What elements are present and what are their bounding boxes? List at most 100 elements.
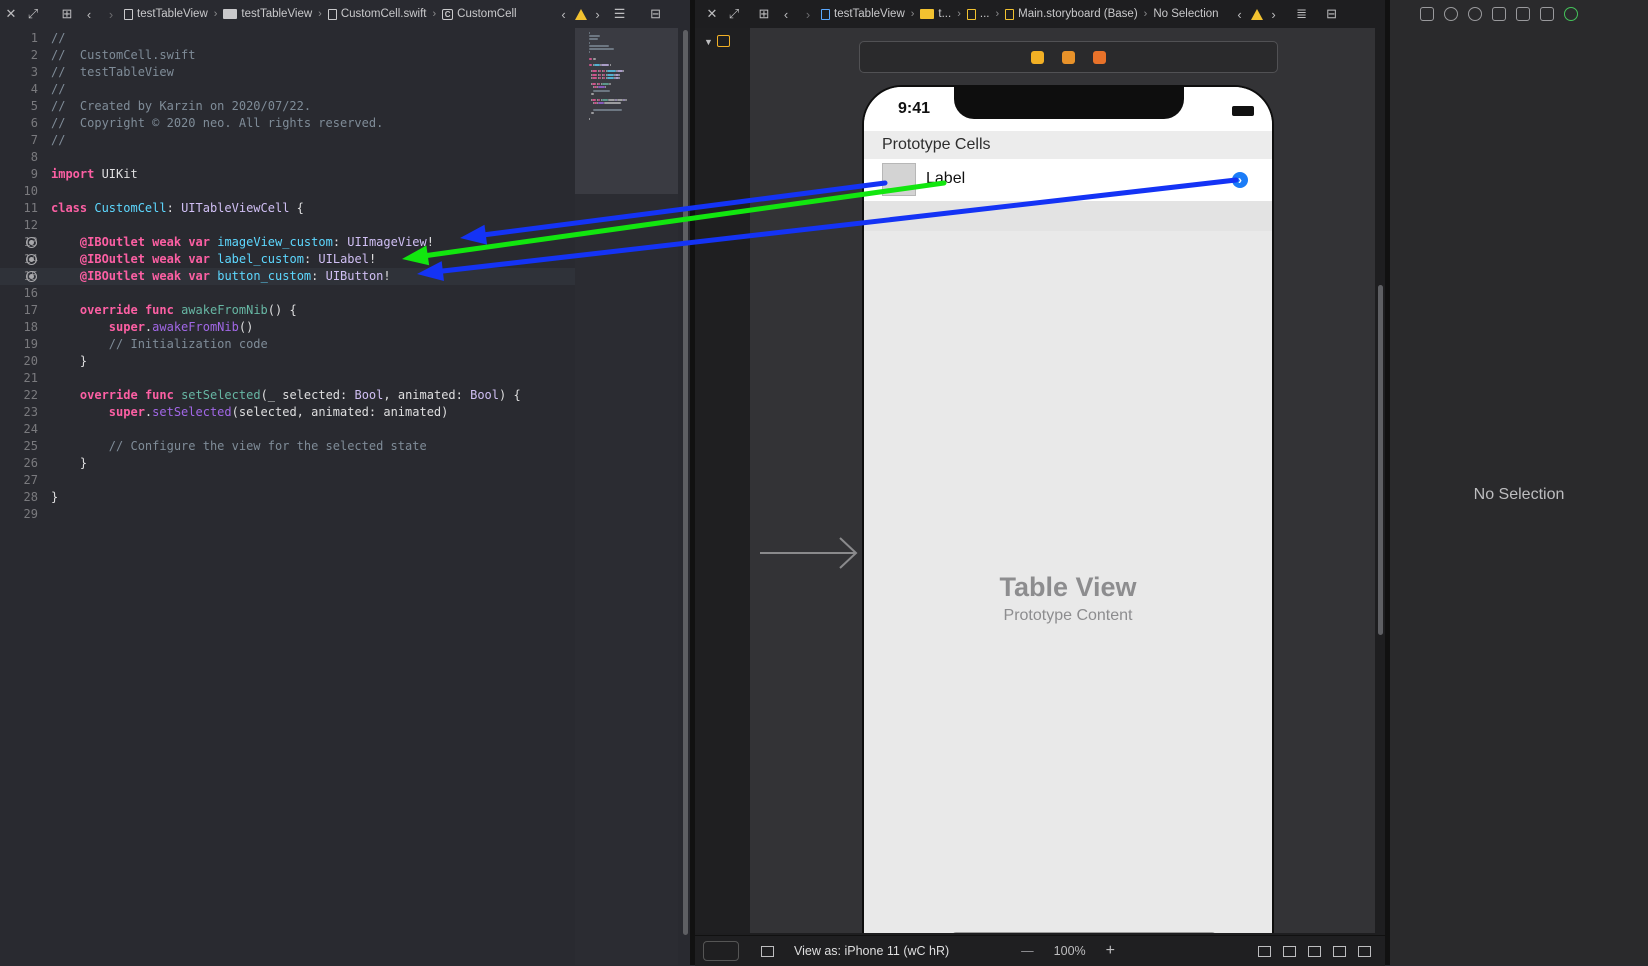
chevron-left-icon[interactable]: ‹ bbox=[553, 3, 575, 25]
filter-icon[interactable] bbox=[703, 941, 739, 961]
chevron-left-icon[interactable]: ‹ bbox=[78, 3, 100, 25]
code-line[interactable]: 17 override func awakeFromNib() { bbox=[0, 302, 575, 319]
code-line[interactable]: 12 bbox=[0, 217, 575, 234]
outline-toggle-icon[interactable] bbox=[761, 945, 774, 957]
outlet-connection-icon[interactable] bbox=[26, 237, 37, 248]
breadcrumb-group[interactable]: t... bbox=[918, 8, 953, 20]
code-line[interactable]: 29 bbox=[0, 506, 575, 523]
editor-options-icon[interactable]: ☰ bbox=[609, 3, 631, 25]
code-line[interactable]: 16 bbox=[0, 285, 575, 302]
editor-options-icon[interactable]: ≣ bbox=[1291, 3, 1313, 25]
code-line[interactable]: 18 super.awakeFromNib() bbox=[0, 319, 575, 336]
add-editor-icon[interactable]: ⊟ bbox=[1321, 3, 1343, 25]
breadcrumb-group[interactable]: testTableView bbox=[221, 8, 314, 20]
chevron-right-icon[interactable]: › bbox=[587, 3, 609, 25]
chevron-right-icon[interactable]: › bbox=[1263, 3, 1285, 25]
code-line[interactable]: 6 // Copyright © 2020 neo. All rights res… bbox=[0, 115, 575, 132]
minimap[interactable] bbox=[575, 28, 678, 965]
view-controller-scene-icon[interactable] bbox=[717, 35, 730, 47]
breadcrumb-class[interactable]: C CustomCell bbox=[440, 8, 518, 20]
outlet-connection-icon[interactable] bbox=[26, 271, 37, 282]
update-frames-icon[interactable] bbox=[1258, 945, 1271, 957]
file-inspector-icon[interactable] bbox=[1420, 7, 1434, 21]
zoom-out-button[interactable]: — bbox=[1021, 944, 1034, 958]
view-controller-icon[interactable] bbox=[1031, 50, 1044, 64]
size-inspector-icon[interactable] bbox=[1540, 7, 1554, 21]
cell-image-view[interactable] bbox=[882, 163, 916, 196]
exit-icon[interactable] bbox=[1093, 50, 1106, 64]
code-line[interactable]: 4 // bbox=[0, 81, 575, 98]
code-line[interactable]: 26 } bbox=[0, 455, 575, 472]
view-as-button[interactable]: View as: iPhone 11 (wC hR) bbox=[794, 944, 949, 958]
chevron-left-icon[interactable]: ‹ bbox=[1229, 3, 1251, 25]
resolve-issues-icon[interactable] bbox=[1358, 945, 1371, 957]
close-icon[interactable]: ✕ bbox=[701, 3, 723, 25]
breadcrumb-folder[interactable]: ... bbox=[965, 8, 992, 20]
code-token: override bbox=[79, 303, 138, 317]
iphone-frame[interactable]: 9:41 Prototype Cells Label › Table View … bbox=[862, 85, 1274, 933]
canvas-scrollbar[interactable] bbox=[1378, 285, 1383, 635]
breadcrumb-file[interactable]: CustomCell.swift bbox=[326, 8, 429, 20]
code-line[interactable]: 24 bbox=[0, 421, 575, 438]
code-area[interactable]: 1 // 2 // CustomCell.swift 3 // testTableView… bbox=[0, 30, 575, 523]
related-items-icon[interactable]: ⊞ bbox=[753, 3, 775, 25]
history-inspector-icon[interactable] bbox=[1444, 7, 1458, 21]
code-line[interactable]: 11 class CustomCell: UITableViewCell { bbox=[0, 200, 575, 217]
code-line[interactable]: 5 // Created by Karzin on 2020/07/22. bbox=[0, 98, 575, 115]
code-line[interactable]: 8 bbox=[0, 149, 575, 166]
outlet-connection-icon[interactable] bbox=[26, 254, 37, 265]
code-line[interactable]: 10 bbox=[0, 183, 575, 200]
chevron-right-icon[interactable]: › bbox=[100, 3, 122, 25]
chevron-right-icon[interactable]: › bbox=[797, 3, 819, 25]
close-icon[interactable]: ✕ bbox=[0, 3, 22, 25]
add-editor-icon[interactable]: ⊟ bbox=[645, 3, 667, 25]
zoom-level[interactable]: 100% bbox=[1054, 944, 1086, 958]
first-responder-icon[interactable] bbox=[1062, 50, 1075, 64]
code-line[interactable]: 22 override func setSelected(_ selected:… bbox=[0, 387, 575, 404]
add-constraints-icon[interactable] bbox=[1333, 945, 1346, 957]
code-line[interactable]: 20 } bbox=[0, 353, 575, 370]
status-bar: 9:41 bbox=[864, 87, 1272, 131]
code-line[interactable]: 13 @IBOutlet weak var imageView_custom: … bbox=[0, 234, 575, 251]
code-line[interactable]: 15 @IBOutlet weak var button_custom: UIB… bbox=[0, 268, 575, 285]
document-outline[interactable]: ▼ bbox=[695, 28, 750, 933]
code-line[interactable]: 1 // bbox=[0, 30, 575, 47]
disclosure-triangle-icon[interactable]: ▼ bbox=[704, 37, 713, 47]
expand-icon[interactable]: ⤢ bbox=[22, 3, 44, 25]
code-token: weak bbox=[152, 252, 182, 266]
breadcrumb-project[interactable]: testTableView bbox=[122, 8, 210, 20]
code-line[interactable]: 21 bbox=[0, 370, 575, 387]
source-editor-scrollbar[interactable] bbox=[683, 30, 688, 935]
code-line[interactable]: 14 @IBOutlet weak var label_custom: UILa… bbox=[0, 251, 575, 268]
identity-inspector-icon[interactable] bbox=[1492, 7, 1506, 21]
breadcrumb-project[interactable]: testTableView bbox=[819, 8, 907, 20]
connections-inspector-icon[interactable] bbox=[1564, 7, 1578, 21]
warning-icon[interactable] bbox=[574, 8, 587, 20]
warning-icon[interactable] bbox=[1250, 8, 1263, 20]
initial-view-controller-arrow[interactable] bbox=[760, 533, 870, 573]
minimap-visible-region[interactable] bbox=[575, 28, 678, 194]
attributes-inspector-icon[interactable] bbox=[1516, 7, 1530, 21]
zoom-in-button[interactable]: + bbox=[1106, 942, 1115, 960]
code-line[interactable]: 28} bbox=[0, 489, 575, 506]
embed-in-icon[interactable] bbox=[1283, 945, 1296, 957]
code-line[interactable]: 27 bbox=[0, 472, 575, 489]
expand-icon[interactable]: ⤢ bbox=[723, 3, 745, 25]
quick-help-icon[interactable] bbox=[1468, 7, 1482, 21]
related-items-icon[interactable]: ⊞ bbox=[56, 3, 78, 25]
cell-label[interactable]: Label bbox=[926, 170, 965, 188]
chevron-left-icon[interactable]: ‹ bbox=[775, 3, 797, 25]
prototype-cell[interactable]: Label › bbox=[864, 159, 1272, 201]
breadcrumb-storyboard[interactable]: Main.storyboard (Base) bbox=[1003, 8, 1140, 20]
cell-detail-button-icon[interactable]: › bbox=[1232, 172, 1248, 188]
code-line[interactable]: 9 import UIKit bbox=[0, 166, 575, 183]
code-line[interactable]: 2 // CustomCell.swift bbox=[0, 47, 575, 64]
storyboard-canvas[interactable]: 9:41 Prototype Cells Label › Table View … bbox=[750, 28, 1375, 933]
code-line[interactable]: 19 // Initialization code bbox=[0, 336, 575, 353]
code-line[interactable]: 3 // testTableView bbox=[0, 64, 575, 81]
code-line[interactable]: 7 // bbox=[0, 132, 575, 149]
breadcrumb-selection[interactable]: No Selection bbox=[1151, 8, 1220, 20]
code-line[interactable]: 25 // Configure the view for the selecte… bbox=[0, 438, 575, 455]
align-icon[interactable] bbox=[1308, 945, 1321, 957]
code-line[interactable]: 23 super.setSelected(selected, animated:… bbox=[0, 404, 575, 421]
